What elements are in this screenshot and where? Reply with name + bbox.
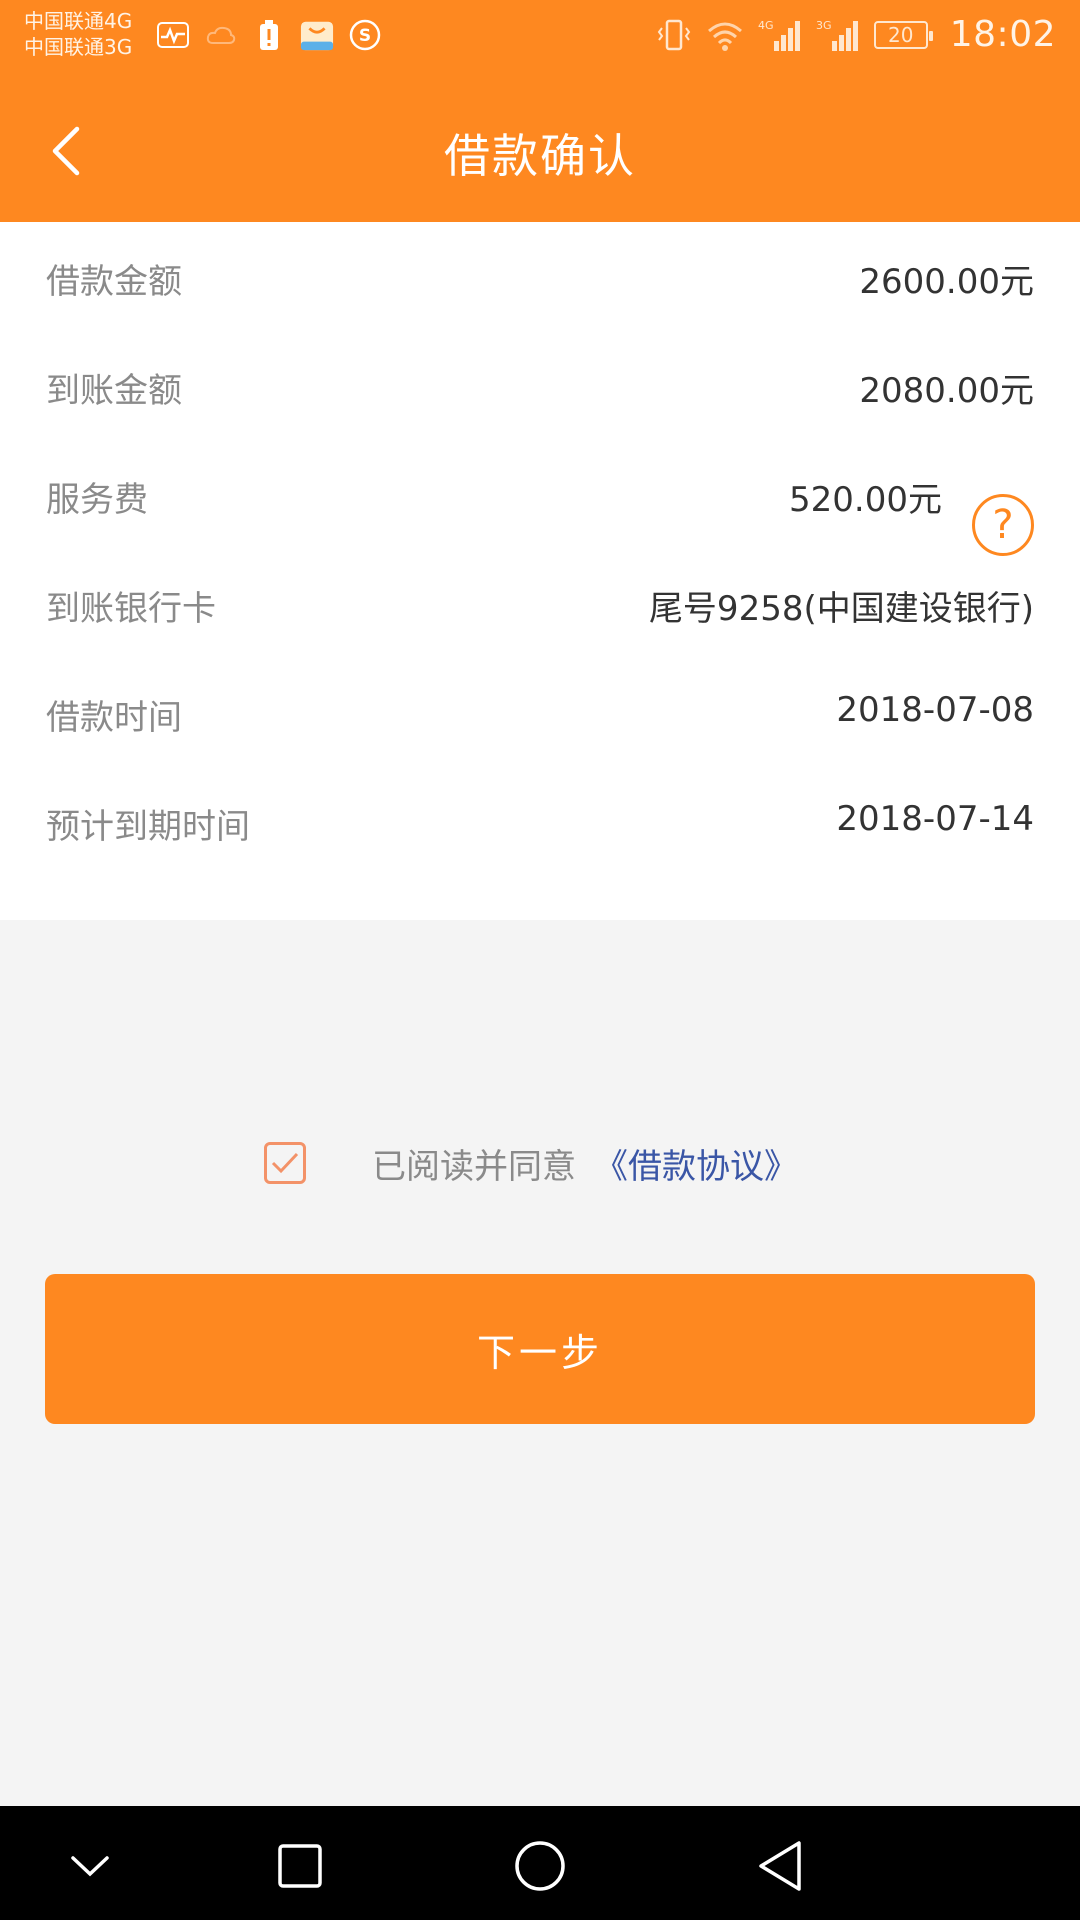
nav-recents-button[interactable] — [270, 1836, 330, 1896]
activity-icon — [156, 18, 190, 52]
detail-row-loan-amount: 借款金额 2600.00元 — [0, 222, 1080, 331]
battery-level: 20 — [888, 22, 914, 47]
s-app-icon: S — [348, 18, 382, 52]
detail-row-due-date: 预计到期时间 2018-07-14 — [0, 767, 1080, 876]
status-bar: 中国联通4G 中国联通3G S 4G 3G 20 18:02 — [0, 0, 1080, 76]
signal-4g-icon: 4G — [758, 15, 802, 55]
service-fee-value: 520.00元 — [789, 480, 942, 520]
loan-amount-value: 2600.00元 — [859, 262, 1034, 302]
help-glyph: ? — [992, 502, 1014, 548]
received-amount-label: 到账金额 — [46, 371, 182, 411]
svg-text:S: S — [359, 26, 371, 46]
agreement-checkbox[interactable] — [264, 1142, 306, 1184]
status-right: 4G 3G 20 18:02 — [656, 14, 1056, 55]
carrier-line-2: 中国联通3G — [24, 35, 133, 59]
network-3g-label: 3G — [816, 19, 832, 32]
cloud-icon — [204, 18, 238, 52]
triangle-back-icon — [759, 1841, 801, 1891]
loan-date-label: 借款时间 — [46, 698, 182, 738]
bank-card-value: 尾号9258(中国建设银行) — [648, 589, 1034, 629]
circle-icon — [515, 1841, 565, 1891]
signal-3g-icon: 3G — [816, 15, 860, 55]
screen: 中国联通4G 中国联通3G S 4G 3G 20 18:02 借款确认 借款金额… — [0, 0, 1080, 1920]
loan-date-value: 2018-07-08 — [836, 690, 1034, 730]
navigation-bar — [0, 1806, 1080, 1920]
nav-collapse-button[interactable] — [60, 1836, 120, 1896]
notification-icons: S — [156, 18, 382, 52]
square-icon — [278, 1844, 322, 1888]
carrier-info: 中国联通4G 中国联通3G — [24, 8, 132, 60]
network-4g-label: 4G — [758, 19, 774, 32]
bank-card-label: 到账银行卡 — [46, 589, 216, 629]
battery-alert-icon — [252, 18, 286, 52]
detail-row-loan-date: 借款时间 2018-07-08 — [0, 658, 1080, 767]
vibrate-icon — [656, 15, 692, 55]
service-fee-label: 服务费 — [46, 480, 148, 520]
detail-row-service-fee: 服务费 520.00元 — [0, 440, 1080, 549]
loan-amount-label: 借款金额 — [46, 262, 182, 302]
agreement-text: 已阅读并同意 — [372, 1146, 576, 1187]
wifi-icon — [706, 15, 744, 55]
nav-home-button[interactable] — [510, 1836, 570, 1896]
due-date-value: 2018-07-14 — [836, 799, 1034, 839]
title-bar: 借款确认 — [0, 76, 1080, 222]
agreement-row: 已阅读并同意 《借款协议》 — [264, 1138, 798, 1188]
carrier-line-1: 中国联通4G — [24, 9, 133, 33]
page-title: 借款确认 — [444, 129, 636, 183]
clock: 18:02 — [949, 14, 1056, 55]
detail-row-received-amount: 到账金额 2080.00元 — [0, 331, 1080, 440]
chevron-down-icon — [71, 1856, 109, 1877]
question-circle-icon[interactable]: ? — [972, 494, 1034, 556]
detail-row-bank-card: 到账银行卡 尾号9258(中国建设银行) — [0, 549, 1080, 658]
next-step-button[interactable]: 下一步 — [45, 1274, 1035, 1424]
nav-back-button[interactable] — [750, 1836, 810, 1896]
battery-icon: 20 — [873, 20, 933, 49]
shopping-bag-icon — [300, 18, 334, 52]
received-amount-value: 2080.00元 — [859, 371, 1034, 411]
due-date-label: 预计到期时间 — [46, 807, 250, 847]
checkmark-icon — [271, 1152, 299, 1174]
loan-agreement-link[interactable]: 《借款协议》 — [594, 1139, 798, 1188]
loan-details: 借款金额 2600.00元 到账金额 2080.00元 服务费 520.00元 … — [0, 222, 1080, 920]
